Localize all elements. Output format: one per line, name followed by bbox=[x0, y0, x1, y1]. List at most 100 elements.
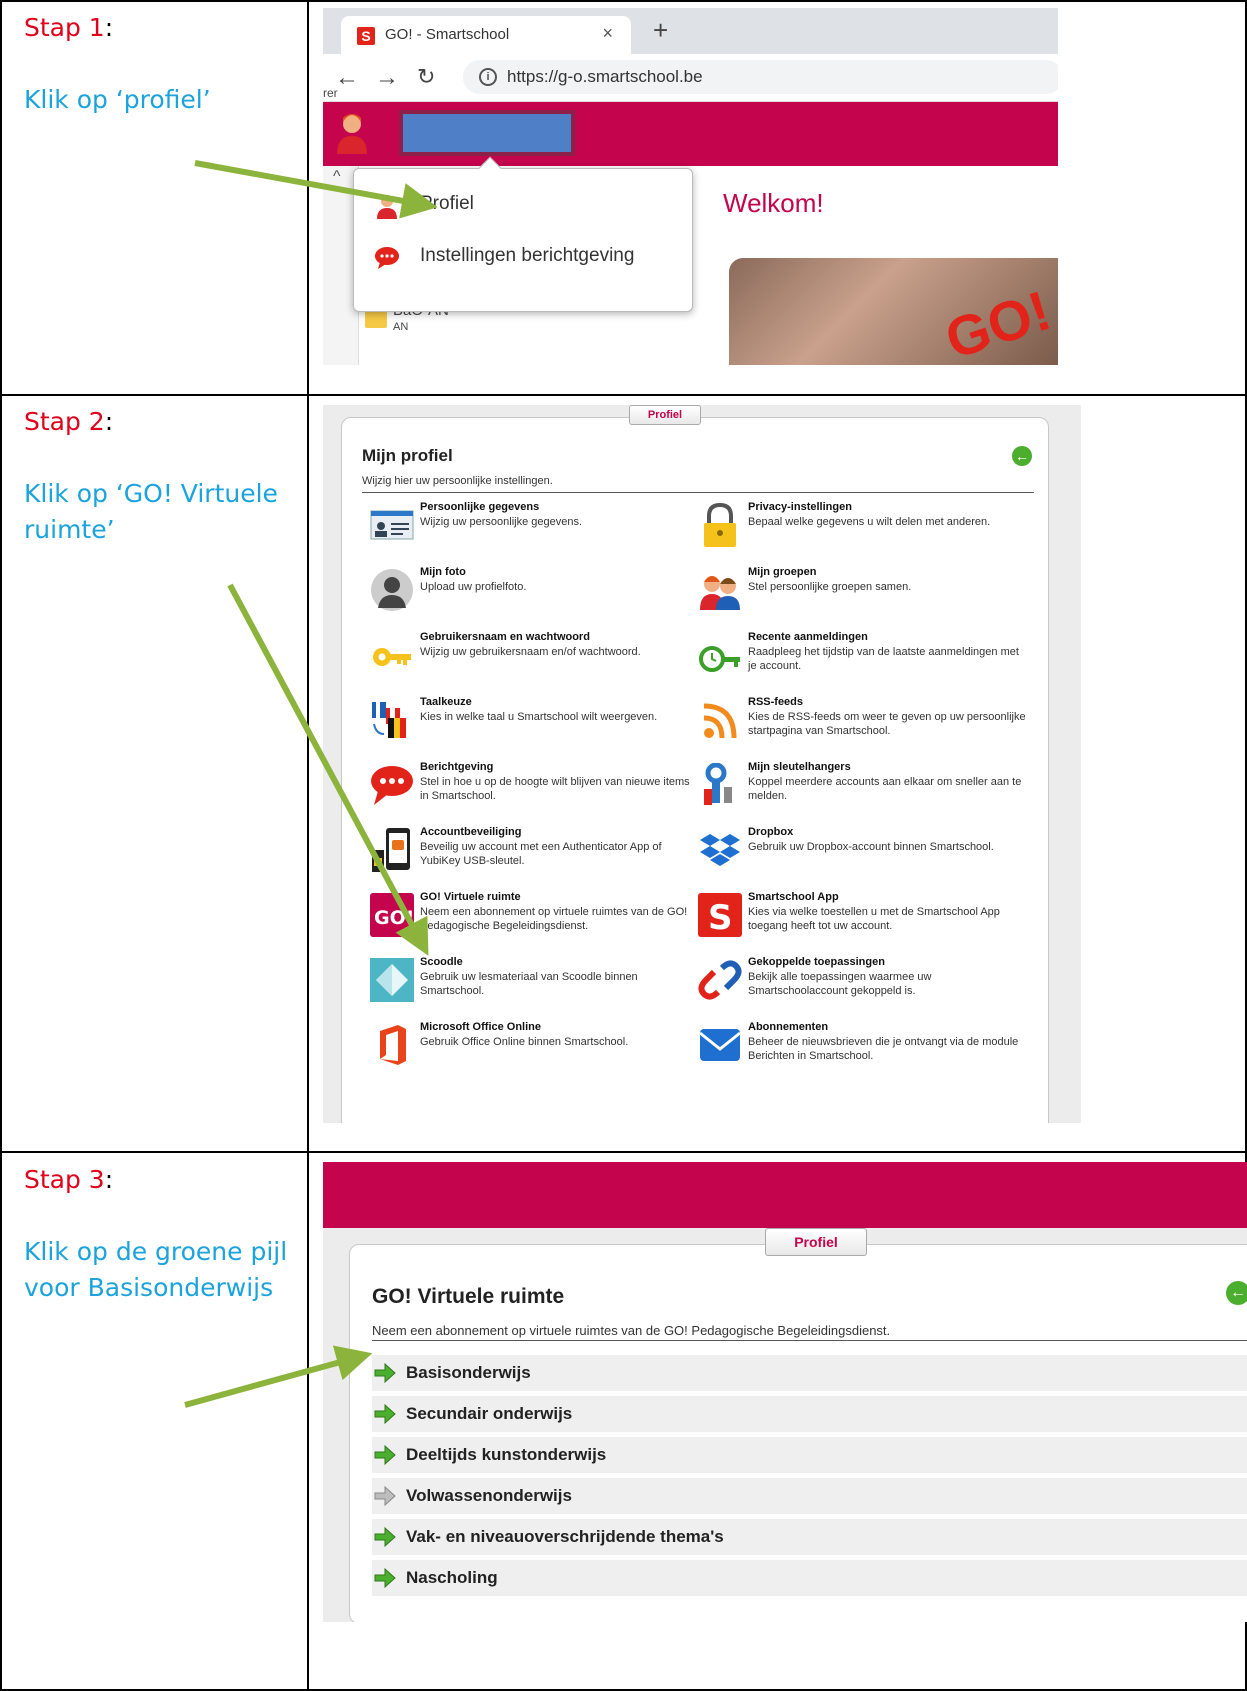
item-title: Abonnementen bbox=[748, 1021, 829, 1033]
green-arrow-icon[interactable] bbox=[374, 1567, 396, 1589]
item-desc: Stel in hoe u op de hoogte wilt blijven … bbox=[420, 776, 690, 802]
ruimte-label: Nascholing bbox=[406, 1568, 498, 1587]
info-icon[interactable]: i bbox=[479, 68, 497, 86]
url-text: https://g-o.smartschool.be bbox=[507, 67, 703, 86]
ruimte-row[interactable]: Deeltijds kunstonderwijs bbox=[372, 1437, 1247, 1473]
item-title: Privacy-instellingen bbox=[748, 501, 852, 513]
item-desc: Upload uw profielfoto. bbox=[420, 581, 527, 593]
ruimte-label: Basisonderwijs bbox=[406, 1363, 531, 1382]
item-title: GO! Virtuele ruimte bbox=[420, 891, 521, 903]
green-arrow-icon[interactable] bbox=[374, 1362, 396, 1384]
profile-item-scoodle[interactable]: Scoodle Gebruik uw lesmateriaal van Scoo… bbox=[370, 956, 700, 1016]
item-desc: Koppel meerdere accounts aan elkaar om s… bbox=[748, 776, 1022, 802]
ruimte-row[interactable]: Nascholing bbox=[372, 1560, 1247, 1596]
profile-item-dropbox[interactable]: Dropbox Gebruik uw Dropbox-account binne… bbox=[698, 826, 1028, 886]
user-icon bbox=[377, 195, 397, 219]
profile-item-accountbeveiliging[interactable]: Accountbeveiliging Beveilig uw account m… bbox=[370, 826, 700, 886]
step-3-screenshot: GO! Virtuele ruimte ← Neem een abonnemen… bbox=[323, 1162, 1247, 1622]
rss-icon bbox=[703, 703, 737, 739]
office-icon bbox=[380, 1025, 406, 1065]
back-arrow-icon[interactable]: ← bbox=[1226, 1281, 1247, 1305]
item-title: Smartschool App bbox=[748, 891, 839, 903]
profile-item-gekoppelde-toepassingen[interactable]: Gekoppelde toepassingen Bekijk alle toep… bbox=[698, 956, 1028, 1016]
step-2-heading: Stap 2: bbox=[24, 407, 114, 436]
item-desc: Gebruik Office Online binnen Smartschool… bbox=[420, 1036, 629, 1048]
item-title: Scoodle bbox=[420, 956, 463, 968]
id-card-icon bbox=[370, 510, 414, 540]
tab-profiel[interactable]: Profiel bbox=[765, 1228, 867, 1256]
link-icon bbox=[698, 960, 742, 1000]
sidebar-item-sub: AN bbox=[393, 321, 409, 333]
url-field[interactable]: i https://g-o.smartschool.be bbox=[463, 60, 1058, 94]
green-arrow-icon[interactable] bbox=[374, 1403, 396, 1425]
chat-bubble-icon bbox=[375, 247, 399, 269]
ruimte-label: Vak- en niveauoverschrijdende thema's bbox=[406, 1527, 724, 1546]
profile-item-sleutelhangers[interactable]: Mijn sleutelhangers Koppel meerdere acco… bbox=[698, 761, 1028, 821]
item-title: Recente aanmeldingen bbox=[748, 631, 868, 643]
profile-item-office-online[interactable]: Microsoft Office Online Gebruik Office O… bbox=[370, 1021, 700, 1081]
ruimte-row[interactable]: Basisonderwijs bbox=[372, 1355, 1247, 1391]
menu-item-profiel[interactable]: Profiel bbox=[374, 187, 674, 223]
tab-profiel[interactable]: Profiel bbox=[629, 405, 701, 425]
step-1-cell: Stap 1: Klik op ‘profiel’ bbox=[24, 10, 294, 118]
padlock-icon bbox=[704, 503, 736, 547]
collapse-icon[interactable]: ^ bbox=[333, 168, 341, 186]
user-avatar-icon[interactable] bbox=[333, 110, 371, 156]
profile-dropdown-menu: Profiel Instellingen berichtgeving bbox=[353, 156, 693, 312]
profile-item-mijn-foto[interactable]: Mijn foto Upload uw profielfoto. bbox=[370, 566, 700, 626]
profile-item-privacy[interactable]: Privacy-instellingen Bepaal welke gegeve… bbox=[698, 501, 1028, 561]
divider bbox=[372, 1340, 1247, 1341]
profile-item-rss-feeds[interactable]: RSS-feeds Kies de RSS-feeds om weer te g… bbox=[698, 696, 1028, 756]
page-title: GO! Virtuele ruimte bbox=[372, 1285, 565, 1308]
profile-item-berichtgeving[interactable]: Berichtgeving Stel in hoe u op de hoogte… bbox=[370, 761, 700, 821]
back-arrow-icon[interactable]: ← bbox=[335, 64, 359, 92]
ruimte-row[interactable]: Vak- en niveauoverschrijdende thema's bbox=[372, 1519, 1247, 1555]
close-icon[interactable]: × bbox=[602, 23, 613, 44]
smartschool-topbar bbox=[323, 102, 1058, 166]
step-3-cell: Stap 3: Klik op de groene pijl voor Basi… bbox=[24, 1162, 294, 1306]
flags-icon bbox=[372, 702, 406, 738]
item-desc: Neem een abonnement op virtuele ruimtes … bbox=[420, 906, 688, 932]
new-tab-button[interactable]: + bbox=[653, 17, 668, 43]
profile-item-abonnementen[interactable]: Abonnementen Beheer de nieuwsbrieven die… bbox=[698, 1021, 1028, 1081]
step-3-heading: Stap 3: bbox=[24, 1165, 114, 1194]
item-desc: Kies via welke toestellen u met de Smart… bbox=[748, 906, 1000, 932]
ruimte-row[interactable]: Volwassenonderwijs bbox=[372, 1478, 1247, 1514]
item-title: Dropbox bbox=[748, 826, 794, 838]
item-title: RSS-feeds bbox=[748, 696, 804, 708]
welcome-text: Welkom! bbox=[723, 188, 824, 218]
item-desc: Wijzig uw persoonlijke gegevens. bbox=[420, 516, 583, 528]
group-icon bbox=[700, 576, 740, 610]
profile-item-go-virtuele-ruimte[interactable]: GO! GO! Virtuele ruimte Neem een abonnem… bbox=[370, 891, 700, 951]
item-desc: Stel persoonlijke groepen samen. bbox=[748, 581, 912, 593]
table-border-row2 bbox=[0, 1151, 1247, 1153]
clock-key-icon bbox=[699, 646, 740, 672]
ruimte-row[interactable]: Secundair onderwijs bbox=[372, 1396, 1247, 1432]
phone-usb-icon bbox=[372, 828, 410, 872]
username-redacted[interactable] bbox=[399, 110, 575, 156]
profile-item-smartschool-app[interactable]: S Smartschool App Kies via welke toestel… bbox=[698, 891, 1028, 951]
item-desc: Bepaal welke gegevens u wilt delen met a… bbox=[748, 516, 991, 528]
back-arrow-icon[interactable]: ← bbox=[1012, 446, 1032, 466]
item-title: Gekoppelde toepassingen bbox=[748, 956, 885, 968]
smartschool-s-icon: S bbox=[698, 893, 742, 937]
item-desc: Gebruik uw lesmateriaal van Scoodle binn… bbox=[420, 971, 638, 997]
profile-item-gebruikersnaam[interactable]: Gebruikersnaam en wachtwoord Wijzig uw g… bbox=[370, 631, 700, 691]
go-logo: GO! bbox=[938, 278, 1058, 365]
item-title: Taalkeuze bbox=[420, 696, 472, 708]
green-arrow-icon[interactable] bbox=[374, 1526, 396, 1548]
profile-item-persoonlijke-gegevens[interactable]: Persoonlijke gegevens Wijzig uw persoonl… bbox=[370, 501, 700, 561]
green-arrow-icon[interactable] bbox=[374, 1444, 396, 1466]
profile-item-mijn-groepen[interactable]: Mijn groepen Stel persoonlijke groepen s… bbox=[698, 566, 1028, 626]
item-title: Mijn groepen bbox=[748, 566, 817, 578]
forward-arrow-icon[interactable]: → bbox=[375, 64, 399, 92]
profile-item-taalkeuze[interactable]: Taalkeuze Kies in welke taal u Smartscho… bbox=[370, 696, 700, 756]
item-title: Mijn sleutelhangers bbox=[748, 761, 851, 773]
item-desc: Bekijk alle toepassingen waarmee uw Smar… bbox=[748, 971, 932, 997]
reload-icon[interactable]: ↻ bbox=[417, 64, 435, 90]
menu-item-instellingen-berichtgeving[interactable]: Instellingen berichtgeving bbox=[374, 239, 674, 275]
profile-item-recente-aanmeldingen[interactable]: Recente aanmeldingen Raadpleeg het tijds… bbox=[698, 631, 1028, 691]
browser-tab[interactable]: S GO! - Smartschool × bbox=[341, 16, 631, 54]
green-arrow-icon[interactable] bbox=[374, 1485, 396, 1507]
envelope-icon bbox=[699, 1029, 741, 1061]
